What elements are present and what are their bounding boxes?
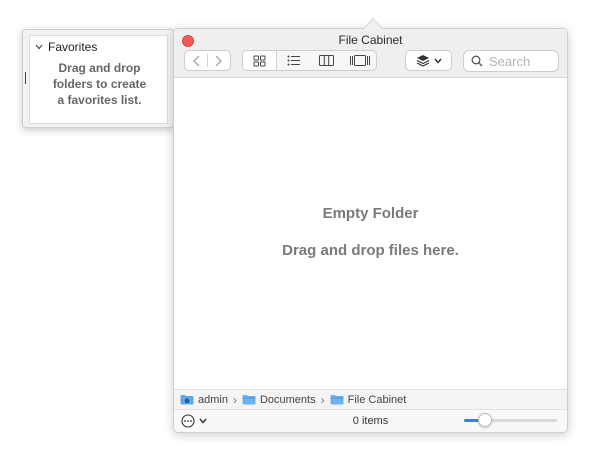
favorites-empty-message: Drag and drop folders to create a favori… [30,60,169,108]
breadcrumb-file-cabinet[interactable]: File Cabinet [330,393,407,406]
favorites-header[interactable]: Favorites [35,40,97,54]
breadcrumb-documents[interactable]: Documents [242,394,316,406]
status-bar: 0 items [174,410,567,432]
group-by-button[interactable] [405,50,452,71]
window-title: File Cabinet [338,33,403,47]
navigation-buttons [184,50,231,71]
chevron-right-icon [215,55,223,66]
popover-arrow [363,18,383,29]
gallery-icon [349,55,370,66]
view-switcher [242,50,377,71]
breadcrumb-label: admin [198,393,228,406]
favorites-empty-line: Drag and drop [58,61,141,75]
stack-icon [416,55,429,67]
file-area[interactable]: Empty Folder Drag and drop files here. [174,78,567,389]
chevron-right-icon: › [232,392,237,407]
icon-view-button[interactable] [243,51,277,70]
folder-icon [330,395,344,405]
breadcrumb-label: Documents [259,393,316,406]
search-icon [471,55,483,67]
search-input[interactable] [489,53,555,69]
empty-folder-subtitle: Drag and drop files here. [282,242,459,259]
breadcrumb-admin[interactable]: admin [180,394,228,406]
titlebar: File Cabinet [174,29,567,78]
chevron-left-icon [192,55,199,66]
empty-folder-title: Empty Folder [322,205,419,222]
grid-icon [253,55,266,66]
chevron-down-icon [35,44,43,50]
folder-icon [242,395,256,405]
favorites-empty-line: folders to create [52,77,147,91]
forward-button[interactable] [208,51,230,70]
list-icon [287,55,300,66]
back-button[interactable] [185,51,207,70]
favorites-empty-line: a favorites list. [57,93,142,107]
panel-resize-handle[interactable] [25,72,26,84]
gallery-view-button[interactable] [343,51,376,70]
icon-size-slider[interactable] [464,413,557,427]
columns-icon [319,55,334,66]
list-view-button[interactable] [277,51,310,70]
favorites-list: Favorites Drag and drop folders to creat… [29,35,168,124]
favorites-header-label: Favorites [48,40,98,54]
favorites-panel: Favorites Drag and drop folders to creat… [22,29,174,128]
slider-knob[interactable] [478,413,492,427]
home-folder-icon [180,395,194,405]
path-bar: admin › Documents › File Cabinet [174,389,567,410]
finder-window: File Cabinet Search Empty Folder Drag an… [173,18,568,433]
column-view-button[interactable] [310,51,343,70]
chevron-down-icon [433,58,442,64]
breadcrumb-label: File Cabinet [347,393,407,406]
search-field[interactable] [463,50,559,72]
chevron-right-icon: › [320,392,325,407]
